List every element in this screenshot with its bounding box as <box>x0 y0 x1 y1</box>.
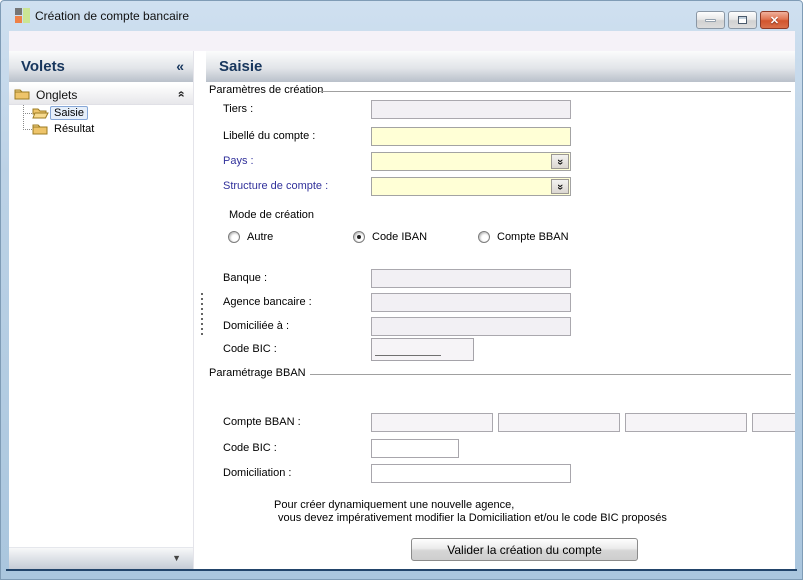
libelle-field[interactable] <box>371 127 571 146</box>
tiers-field <box>371 100 571 119</box>
tree-item-label: Saisie <box>50 106 88 120</box>
radio-autre[interactable] <box>228 231 240 243</box>
radio-code-iban-label: Code IBAN <box>372 231 428 243</box>
structure-combo-button[interactable]: » <box>551 179 569 194</box>
app-icon-square-orange <box>15 16 22 23</box>
compte-bban-label: Compte BBAN : <box>223 416 301 428</box>
code-bic1-label: Code BIC : <box>223 343 277 355</box>
code-bic1-field <box>371 338 474 361</box>
tree-item-saisie[interactable]: Saisie <box>9 105 193 121</box>
domiciliation-input[interactable] <box>372 465 570 482</box>
window-bottom-edge <box>6 569 797 571</box>
app-icon-square-gray <box>15 8 22 15</box>
main-header: Saisie <box>206 51 795 82</box>
splitter-grip[interactable] <box>201 293 203 335</box>
pays-label: Pays : <box>223 155 254 167</box>
sidebar-header-label: Volets <box>21 58 65 75</box>
domiciliation-label: Domiciliation : <box>223 467 292 479</box>
radio-option-compte-bban[interactable]: Compte BBAN <box>478 230 569 244</box>
sidebar-panel: Volets « Onglets » Saisie Résultat ▼ <box>9 51 194 569</box>
radio-compte-bban[interactable] <box>478 231 490 243</box>
radio-autre-label: Autre <box>247 231 274 243</box>
group-collapse-icon[interactable]: » <box>174 91 188 98</box>
folder-closed-icon <box>32 124 48 135</box>
section1-title: Paramètres de création <box>209 84 324 96</box>
pays-combo[interactable]: » <box>371 152 571 171</box>
agence-label: Agence bancaire : <box>223 296 312 308</box>
agence-field <box>371 293 571 312</box>
note-line-1: Pour créer dynamiquement une nouvelle ag… <box>274 499 515 511</box>
restore-icon <box>738 16 747 24</box>
radio-compte-bban-label: Compte BBAN <box>497 231 569 243</box>
domiciliee-label: Domiciliée à : <box>223 320 290 332</box>
libelle-label: Libellé du compte : <box>223 130 316 142</box>
toolbar-strip <box>9 31 795 51</box>
structure-label: Structure de compte : <box>223 180 329 192</box>
code-bic2-input[interactable] <box>372 440 458 457</box>
section2-title: Paramétrage BBAN <box>209 367 306 379</box>
tree-connector <box>23 113 32 114</box>
validate-button[interactable]: Valider la création du compte <box>411 538 638 561</box>
dialog-window: Création de compte bancaire ✕ Volets « O… <box>0 0 803 580</box>
note-line-2: vous devez impérativement modifier la Do… <box>278 512 667 524</box>
scroll-down-icon: ▼ <box>172 553 181 563</box>
mode-creation-label: Mode de création <box>229 209 314 221</box>
main-header-label: Saisie <box>219 58 263 75</box>
radio-option-code-iban[interactable]: Code IBAN <box>353 230 427 244</box>
sidebar-tree: Saisie Résultat <box>9 105 193 137</box>
close-button[interactable]: ✕ <box>760 11 789 29</box>
panel-collapse-button[interactable]: « <box>176 51 184 82</box>
titlebar: Création de compte bancaire ✕ <box>1 1 802 31</box>
main-panel: Saisie Paramètres de création Tiers : Li… <box>206 51 795 569</box>
section1-divider <box>319 91 791 92</box>
sidebar-header: Volets « <box>9 51 193 82</box>
folder-closed-icon <box>14 89 30 100</box>
app-icon-square-green <box>23 8 30 23</box>
tree-connector <box>23 129 32 130</box>
domiciliee-field <box>371 317 571 336</box>
window-title: Création de compte bancaire <box>35 9 190 23</box>
domiciliation-field[interactable] <box>371 464 571 483</box>
compte-bban-field-2 <box>498 413 620 432</box>
window-controls: ✕ <box>696 11 789 29</box>
structure-combo[interactable]: » <box>371 177 571 196</box>
restore-button[interactable] <box>728 11 757 29</box>
tiers-label: Tiers : <box>223 103 254 115</box>
folder-open-icon <box>32 108 49 119</box>
client-area: Volets « Onglets » Saisie Résultat ▼ Sai… <box>9 31 795 569</box>
close-icon: ✕ <box>769 14 780 27</box>
libelle-input[interactable] <box>372 128 570 145</box>
compte-bban-field-1 <box>371 413 493 432</box>
radio-option-autre[interactable]: Autre <box>228 230 273 244</box>
chevron-double-down-icon: » <box>554 158 566 165</box>
app-icon <box>15 8 30 23</box>
compte-bban-field-4 <box>752 413 795 432</box>
banque-label: Banque : <box>223 272 268 284</box>
sidebar-scroll-bar[interactable]: ▼ <box>9 547 193 569</box>
code-bic2-label: Code BIC : <box>223 442 277 454</box>
pays-combo-button[interactable]: » <box>551 154 569 169</box>
tree-item-resultat[interactable]: Résultat <box>9 121 193 137</box>
tree-item-label: Résultat <box>54 123 95 135</box>
minimize-button[interactable] <box>696 11 725 29</box>
compte-bban-field-3 <box>625 413 747 432</box>
sidebar-group-label: Onglets <box>36 88 78 102</box>
section2-divider <box>310 374 791 375</box>
banque-field <box>371 269 571 288</box>
code-bic2-field[interactable] <box>371 439 459 458</box>
sidebar-group-onglets[interactable]: Onglets » <box>9 84 193 105</box>
code-bic1-underline <box>375 355 441 356</box>
minimize-icon <box>705 18 716 22</box>
radio-code-iban[interactable] <box>353 231 365 243</box>
chevron-double-down-icon: » <box>554 183 566 190</box>
